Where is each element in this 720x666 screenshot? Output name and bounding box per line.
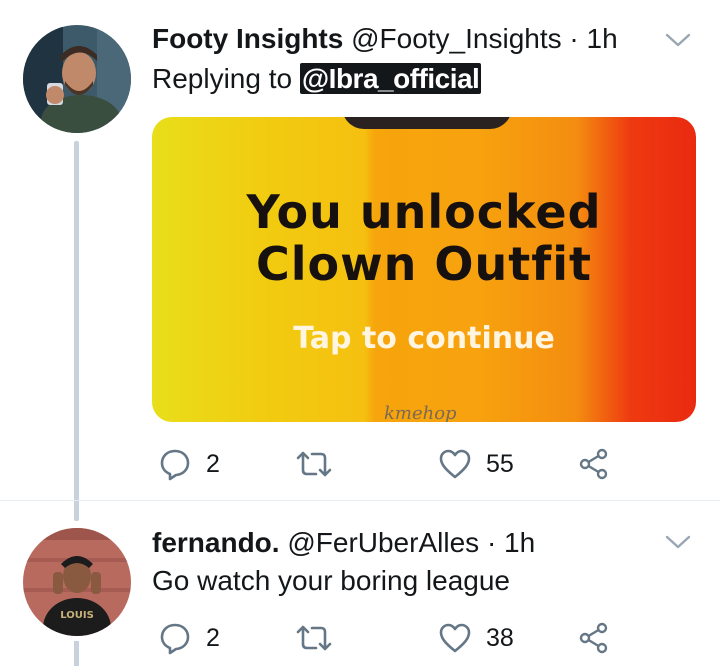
separator-dot: ·	[569, 23, 579, 54]
media-tap-text: Tap to continue	[293, 321, 555, 356]
timestamp[interactable]: 1h	[587, 23, 618, 54]
replying-to-label: Replying to	[152, 63, 293, 94]
tweet[interactable]: LOUIS fernando. @FerUberAlles · 1h Go wa…	[0, 506, 720, 666]
retweet-icon	[294, 623, 334, 653]
media-headline-line1: You unlocked	[246, 185, 602, 239]
share-icon	[578, 448, 610, 480]
thread-line	[74, 141, 79, 521]
retweet-button[interactable]	[294, 444, 334, 484]
reply-mention-link[interactable]: @Ibra_official	[299, 63, 482, 94]
tweet-actions: 2 55	[152, 444, 622, 484]
tweet-media-image[interactable]: You unlocked Clown Outfit Tap to continu…	[152, 117, 696, 422]
replying-to: Replying to @Ibra_official	[152, 62, 482, 96]
reply-button[interactable]: 2	[158, 618, 220, 658]
display-name[interactable]: fernando.	[152, 527, 280, 558]
like-button[interactable]: 55	[438, 444, 514, 484]
media-dark-shape	[342, 117, 512, 129]
share-button[interactable]	[578, 444, 610, 484]
reply-count: 2	[206, 449, 220, 478]
chevron-down-icon[interactable]	[664, 532, 692, 552]
heart-icon	[438, 448, 472, 480]
tweet-header: fernando. @FerUberAlles · 1h	[152, 526, 535, 560]
media-headline-line2: Clown Outfit	[256, 237, 592, 291]
display-name[interactable]: Footy Insights	[152, 23, 343, 54]
retweet-icon	[294, 449, 334, 479]
like-count: 38	[486, 623, 514, 652]
separator-dot: ·	[486, 527, 497, 558]
timestamp[interactable]: 1h	[504, 527, 535, 558]
handle[interactable]: @FerUberAlles	[287, 527, 479, 558]
reply-icon	[158, 621, 192, 655]
chevron-down-icon[interactable]	[664, 30, 692, 50]
reply-count: 2	[206, 623, 220, 652]
svg-text:LOUIS: LOUIS	[60, 610, 94, 621]
retweet-button[interactable]	[294, 618, 334, 658]
share-icon	[578, 622, 610, 654]
reply-icon	[158, 447, 192, 481]
share-button[interactable]	[578, 618, 610, 658]
tweet-divider	[0, 500, 720, 501]
avatar[interactable]: LOUIS	[23, 528, 131, 636]
media-watermark: kmehop	[384, 403, 457, 422]
tweet-actions: 2 38	[152, 618, 622, 658]
tweet[interactable]: Footy Insights @Footy_Insights · 1h Repl…	[0, 0, 720, 521]
thread-line	[74, 641, 79, 666]
like-count: 55	[486, 449, 514, 478]
handle[interactable]: @Footy_Insights	[351, 23, 562, 54]
reply-button[interactable]: 2	[158, 444, 220, 484]
avatar[interactable]	[23, 25, 131, 133]
tweet-header: Footy Insights @Footy_Insights · 1h	[152, 22, 618, 56]
heart-icon	[438, 622, 472, 654]
tweet-text: Go watch your boring league	[152, 565, 510, 596]
like-button[interactable]: 38	[438, 618, 514, 658]
